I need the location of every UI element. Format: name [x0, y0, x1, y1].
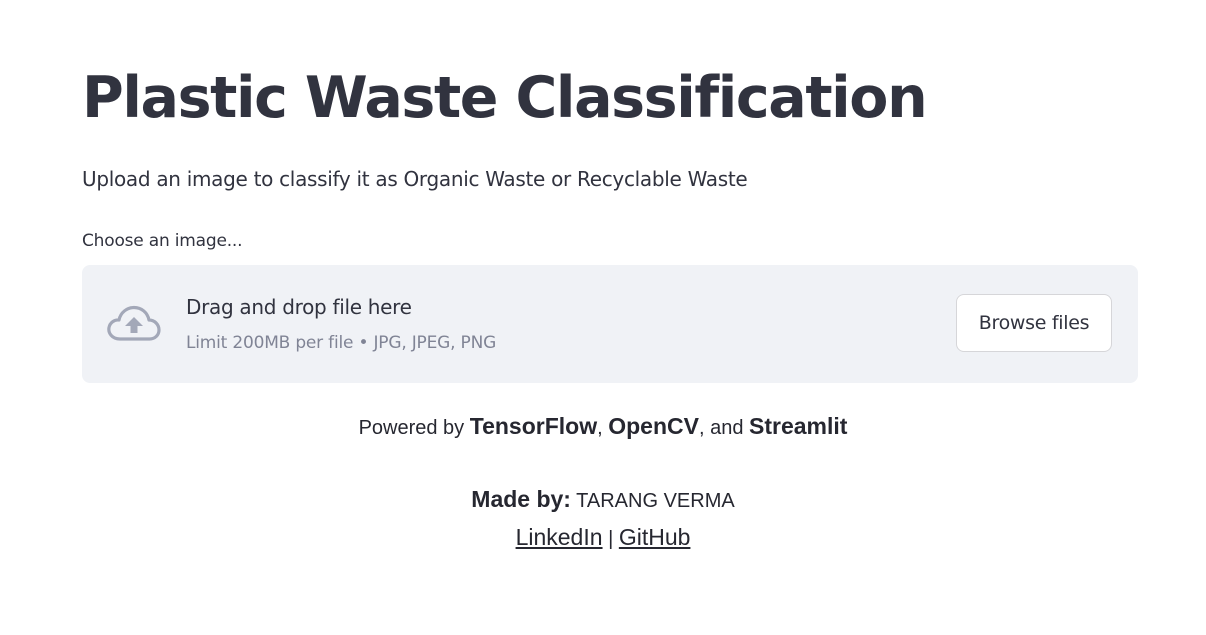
made-by-label: Made by: — [471, 486, 571, 512]
social-links: LinkedIn | GitHub — [0, 521, 1206, 555]
tech-separator: , — [597, 417, 609, 439]
page-subtitle: Upload an image to classify it as Organi… — [82, 167, 748, 191]
tech-separator-and: , and — [698, 417, 749, 439]
made-by-line: Made by: TARANG VERMA — [0, 484, 1206, 516]
author-name: TARANG VERMA — [570, 490, 735, 512]
dropzone-limit-text: Limit 200MB per file • JPG, JPEG, PNG — [186, 333, 497, 353]
tech-tensorflow: TensorFlow — [469, 413, 598, 439]
page-title: Plastic Waste Classification — [82, 65, 928, 131]
dropzone-text: Drag and drop file here Limit 200MB per … — [186, 293, 496, 354]
dropzone-instructions: Drag and drop file here — [186, 295, 412, 319]
link-separator: | — [602, 528, 619, 550]
powered-by-prefix: Powered by — [358, 417, 470, 439]
cloud-upload-icon — [106, 303, 162, 345]
tech-opencv: OpenCV — [608, 413, 699, 439]
tech-streamlit: Streamlit — [749, 413, 848, 439]
powered-by-line: Powered by TensorFlow, OpenCV, and Strea… — [0, 410, 1206, 444]
file-uploader-label: Choose an image... — [82, 231, 243, 251]
linkedin-link[interactable]: LinkedIn — [516, 524, 603, 550]
file-dropzone[interactable]: Drag and drop file here Limit 200MB per … — [82, 265, 1138, 383]
browse-files-button[interactable]: Browse files — [956, 294, 1112, 352]
github-link[interactable]: GitHub — [619, 524, 691, 550]
